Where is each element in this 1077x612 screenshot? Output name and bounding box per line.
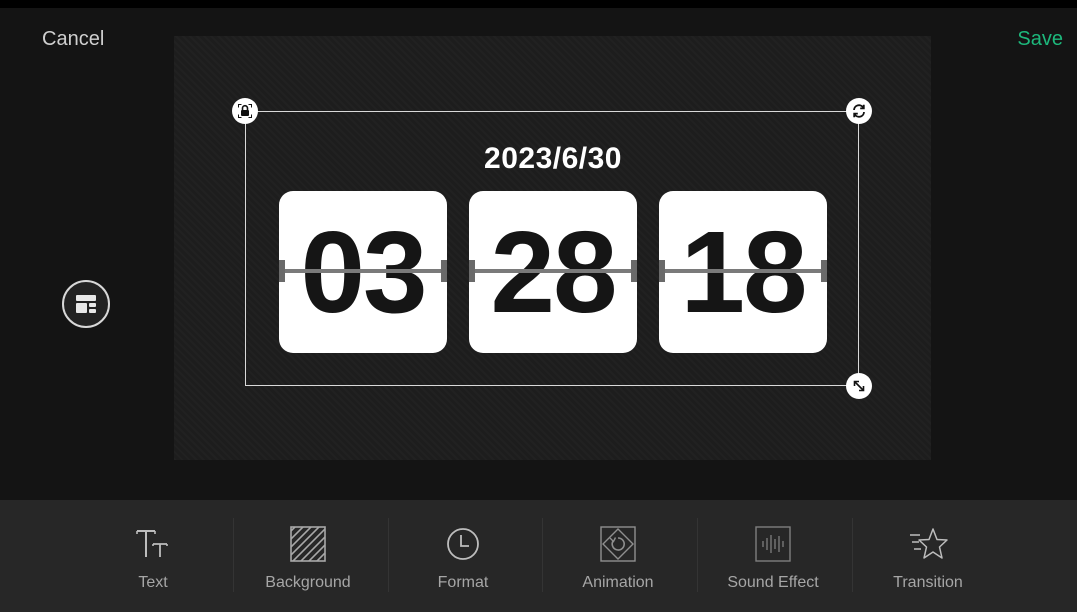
tool-format[interactable]: Format xyxy=(388,522,538,602)
tool-transition[interactable]: Transition xyxy=(853,522,1003,602)
tool-transition-label: Transition xyxy=(893,574,963,591)
flip-card-hinge xyxy=(279,260,285,282)
sound-wave-icon xyxy=(755,526,791,562)
flip-card-hinge xyxy=(631,260,637,282)
tool-background-label: Background xyxy=(265,574,351,591)
tool-background[interactable]: Background xyxy=(233,522,383,602)
tool-text-label: Text xyxy=(138,574,168,591)
rotate-handle[interactable] xyxy=(846,98,872,124)
flip-card-hinge xyxy=(441,260,447,282)
flip-card-seconds[interactable]: 18 xyxy=(659,191,827,353)
text-icon xyxy=(136,530,168,557)
lock-handle[interactable] xyxy=(232,98,258,124)
lock-icon xyxy=(238,104,252,118)
flip-card-split-line xyxy=(659,269,827,273)
flip-card-hinge xyxy=(469,260,475,282)
tool-animation[interactable]: Animation xyxy=(543,522,693,602)
tool-format-label: Format xyxy=(437,574,489,591)
flip-card-minutes[interactable]: 28 xyxy=(469,191,637,353)
cancel-button[interactable]: Cancel xyxy=(42,28,104,51)
resize-icon xyxy=(853,380,865,392)
tool-text[interactable]: Text xyxy=(78,522,228,602)
flip-clock-editor: Cancel Save 2023/6/30 03 28 18 Text Back… xyxy=(0,0,1077,612)
layout-toggle-button[interactable] xyxy=(62,280,110,328)
animation-icon xyxy=(600,526,636,562)
clock-date: 2023/6/30 xyxy=(484,142,622,175)
rotate-icon xyxy=(853,104,865,118)
save-button[interactable]: Save xyxy=(1017,28,1063,51)
flip-card-hinge xyxy=(821,260,827,282)
tool-animation-label: Animation xyxy=(582,574,654,591)
clock-icon xyxy=(447,528,479,560)
resize-handle[interactable] xyxy=(846,373,872,399)
flip-card-hinge xyxy=(659,260,665,282)
flip-card-split-line xyxy=(279,269,447,273)
flip-card-split-line xyxy=(469,269,637,273)
star-icon xyxy=(910,528,948,559)
tool-sound-effect-label: Sound Effect xyxy=(727,574,819,591)
flip-card-hours[interactable]: 03 xyxy=(279,191,447,353)
background-pattern-icon xyxy=(290,526,326,562)
tool-sound-effect[interactable]: Sound Effect xyxy=(698,522,848,602)
layout-icon xyxy=(76,295,96,313)
